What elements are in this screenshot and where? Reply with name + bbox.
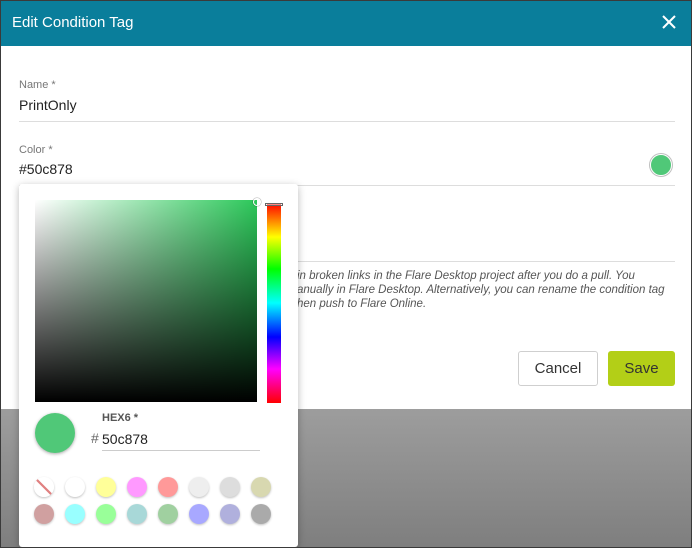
- dialog-header: Edit Condition Tag: [1, 1, 691, 46]
- rename-warning-text: in broken links in the Flare Desktop pro…: [297, 270, 665, 310]
- preset-swatch[interactable]: [34, 504, 54, 524]
- preset-swatch[interactable]: [127, 504, 147, 524]
- color-picker-popover: HEX6 * #: [19, 184, 298, 547]
- hex-hash: #: [91, 430, 99, 446]
- preset-swatch[interactable]: [158, 504, 178, 524]
- hue-handle[interactable]: [265, 203, 283, 206]
- save-button[interactable]: Save: [608, 351, 675, 386]
- preset-swatch[interactable]: [65, 477, 85, 497]
- cancel-button[interactable]: Cancel: [518, 351, 598, 386]
- preset-swatch[interactable]: [65, 504, 85, 524]
- preset-swatch[interactable]: [96, 477, 116, 497]
- color-field[interactable]: #50c878: [19, 161, 73, 177]
- preset-swatch[interactable]: [96, 504, 116, 524]
- color-swatch[interactable]: [650, 154, 672, 176]
- preset-no-color[interactable]: [34, 477, 54, 497]
- name-field[interactable]: PrintOnly: [19, 97, 77, 113]
- saturation-panel[interactable]: [35, 200, 257, 402]
- name-label: Name *: [19, 79, 56, 91]
- description-divider: [297, 261, 675, 262]
- hex-label: HEX6 *: [102, 412, 139, 424]
- saturation-handle[interactable]: [253, 198, 261, 206]
- hue-slider[interactable]: [267, 203, 281, 403]
- preset-swatch[interactable]: [220, 477, 240, 497]
- preset-swatch[interactable]: [189, 504, 209, 524]
- preset-swatch[interactable]: [251, 504, 271, 524]
- preset-swatch[interactable]: [251, 477, 271, 497]
- preset-swatch[interactable]: [220, 504, 240, 524]
- hex-input[interactable]: [102, 428, 260, 451]
- preset-swatch[interactable]: [189, 477, 209, 497]
- close-icon[interactable]: [659, 12, 679, 32]
- name-divider: [19, 121, 675, 122]
- color-label: Color *: [19, 144, 53, 156]
- preset-swatch[interactable]: [158, 477, 178, 497]
- dialog-title: Edit Condition Tag: [12, 14, 134, 31]
- preset-swatch[interactable]: [127, 477, 147, 497]
- color-preview: [35, 413, 75, 453]
- app-frame: Edit Condition Tag Name * PrintOnly Colo…: [0, 0, 692, 548]
